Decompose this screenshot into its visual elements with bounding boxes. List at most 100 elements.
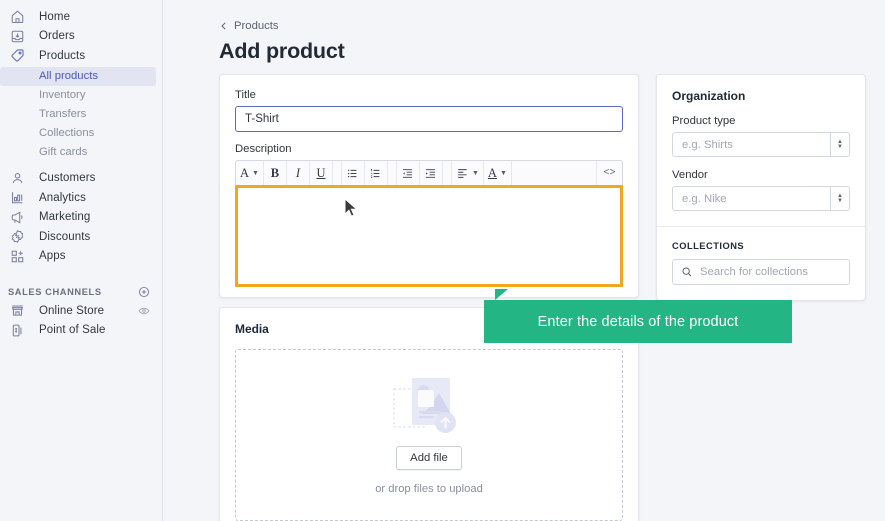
sidebar-subitem-label: Gift cards [39, 146, 88, 158]
callout-pointer [495, 289, 508, 300]
text-color-glyph: A [487, 165, 497, 180]
sidebar-subitem-label: All products [39, 70, 99, 82]
bold-glyph: B [270, 165, 280, 180]
apps-grid-plus-icon [8, 247, 27, 266]
toolbar-divider [333, 161, 342, 185]
main-content: Products Add product Title Description A… [163, 0, 885, 521]
stepper-up-down-icon[interactable]: ▲ ▼ [830, 132, 850, 157]
title-input[interactable] [235, 106, 623, 132]
product-type-label: Product type [672, 115, 736, 127]
sidebar-subitem-gift-cards[interactable]: Gift cards [0, 143, 156, 162]
bold-icon[interactable]: B [264, 161, 287, 185]
organization-heading: Organization [672, 89, 746, 103]
sidebar-item-point-of-sale[interactable]: Point of Sale [0, 321, 162, 341]
organization-section: Organization Product type e.g. Shirts ▲ … [657, 75, 865, 226]
eye-icon[interactable] [138, 305, 150, 317]
code-view-glyph: <> [603, 167, 616, 179]
sidebar-item-apps[interactable]: Apps [0, 247, 162, 267]
rich-text-toolbar: A ▼ B I U ▼ A ▼ <> [235, 160, 623, 185]
underline-glyph: U [316, 165, 326, 180]
collections-search-input[interactable]: Search for collections [672, 259, 850, 285]
products-subnav: All products Inventory Transfers Collect… [0, 66, 162, 162]
italic-glyph: I [295, 165, 301, 180]
sidebar-subitem-inventory[interactable]: Inventory [0, 86, 156, 105]
discount-percent-badge-icon [8, 227, 27, 246]
description-editor[interactable] [235, 185, 623, 287]
plus-circle-icon[interactable] [138, 286, 150, 298]
sidebar-item-label: Apps [39, 250, 66, 263]
callout-text: Enter the details of the product [537, 313, 739, 330]
search-icon [681, 266, 693, 278]
sidebar-subitem-label: Inventory [39, 89, 86, 101]
sidebar-item-label: Orders [39, 30, 75, 43]
products-tag-icon [8, 46, 27, 65]
italic-icon[interactable]: I [287, 161, 310, 185]
sidebar-subitem-label: Transfers [39, 108, 87, 120]
sidebar-item-products[interactable]: Products [0, 46, 162, 66]
drop-files-hint: or drop files to upload [375, 483, 483, 495]
content-column: Products Add product Title Description A… [219, 0, 885, 521]
sidebar-item-label: Point of Sale [39, 324, 106, 337]
outdent-icon[interactable] [397, 161, 420, 185]
sidebar-item-discounts[interactable]: Discounts [0, 227, 162, 247]
sidebar-item-label: Discounts [39, 230, 91, 243]
sidebar-item-customers[interactable]: Customers [0, 169, 162, 189]
customer-person-icon [8, 169, 27, 188]
text-color-icon[interactable]: A ▼ [484, 161, 512, 185]
sidebar-item-home[interactable]: Home [0, 7, 162, 27]
sidebar-item-analytics[interactable]: Analytics [0, 188, 162, 208]
indent-icon[interactable] [420, 161, 443, 185]
sidebar-subitem-transfers[interactable]: Transfers [0, 105, 156, 124]
stepper-up-down-icon[interactable]: ▲ ▼ [830, 186, 850, 211]
product-details-card: Title Description A ▼ B I [219, 74, 639, 298]
numbered-list-icon[interactable] [365, 161, 388, 185]
text-align-icon[interactable]: ▼ [452, 161, 484, 185]
product-type-input[interactable]: e.g. Shirts [672, 132, 830, 157]
vendor-field[interactable]: e.g. Nike ▲ ▼ [672, 186, 850, 211]
app-root: Home Orders Products All products Invent… [0, 0, 885, 521]
format-style-glyph: A [240, 165, 250, 180]
toolbar-divider [388, 161, 397, 185]
description-label: Description [235, 143, 292, 155]
chevron-down-icon: ▼ [471, 169, 479, 177]
sidebar-item-label: Marketing [39, 211, 91, 224]
format-style-icon[interactable]: A ▼ [236, 161, 264, 185]
sidebar-item-marketing[interactable]: Marketing [0, 208, 162, 228]
collections-heading: COLLECTIONS [672, 241, 745, 251]
sidebar-item-label: Customers [39, 172, 96, 185]
description-field: Description A ▼ B I U ▼ A ▼ <> [235, 143, 623, 287]
breadcrumb[interactable]: Products [219, 20, 279, 32]
sidebar-item-label: Analytics [39, 191, 86, 204]
title-label: Title [235, 89, 256, 101]
sidebar-item-label: Online Store [39, 304, 105, 317]
sidebar-item-orders[interactable]: Orders [0, 27, 162, 47]
home-icon [8, 7, 27, 26]
sidebar-item-online-store[interactable]: Online Store [0, 301, 162, 321]
breadcrumb-label: Products [234, 20, 279, 32]
underline-icon[interactable]: U [310, 161, 333, 185]
chevron-down-icon: ▼ [252, 169, 259, 177]
sidebar-item-label: Products [39, 49, 86, 62]
sidebar-subitem-all-products[interactable]: All products [0, 66, 156, 86]
marketing-megaphone-icon [8, 208, 27, 227]
code-view-icon[interactable]: <> [596, 161, 622, 185]
sidebar-item-label: Home [39, 10, 71, 23]
sales-channels-header: SALES CHANNELS [0, 283, 162, 301]
vendor-input[interactable]: e.g. Nike [672, 186, 830, 211]
collections-search-placeholder: Search for collections [700, 266, 808, 278]
callout-tooltip: Enter the details of the product [484, 300, 792, 343]
online-store-icon [8, 301, 27, 320]
orders-inbox-icon [8, 27, 27, 46]
sidebar-subitem-label: Collections [39, 127, 95, 139]
sidebar-subitem-collections[interactable]: Collections [0, 124, 156, 143]
toolbar-divider [443, 161, 452, 185]
sales-channels-title: SALES CHANNELS [8, 287, 102, 297]
media-dropzone[interactable]: Add file or drop files to upload [235, 349, 623, 521]
product-type-field[interactable]: e.g. Shirts ▲ ▼ [672, 132, 850, 157]
sidebar: Home Orders Products All products Invent… [0, 0, 163, 521]
add-file-button[interactable]: Add file [396, 446, 462, 470]
point-of-sale-icon [8, 321, 27, 340]
bulleted-list-icon[interactable] [342, 161, 365, 185]
chevron-left-icon [219, 21, 229, 31]
